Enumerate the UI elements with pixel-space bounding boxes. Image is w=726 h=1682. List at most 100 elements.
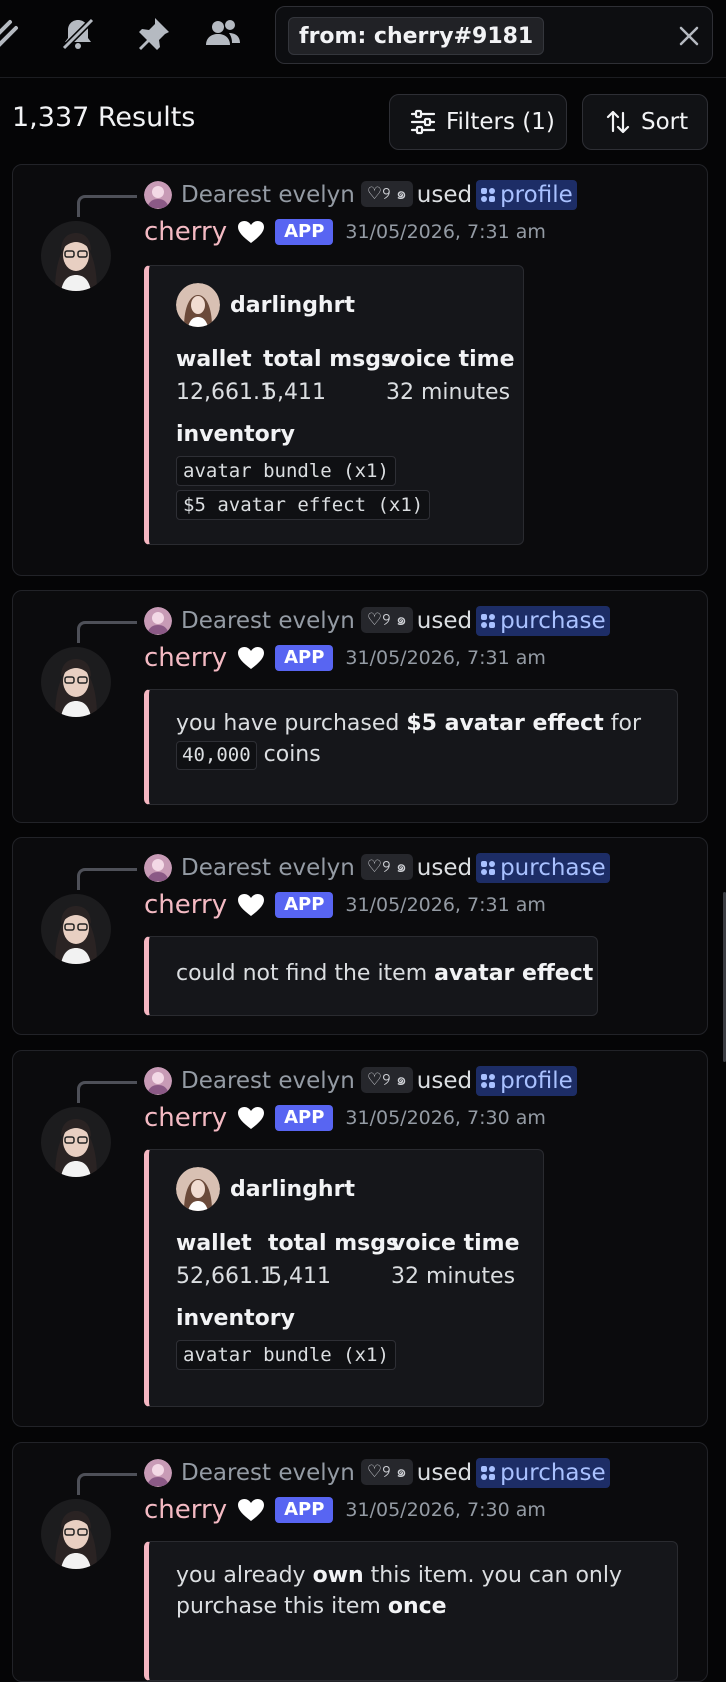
server-tag: ♡୨ ๑ (360, 1458, 413, 1485)
inventory-item: avatar bundle (x1) (176, 456, 396, 486)
timestamp: 31/05/2026, 7:31 am (345, 647, 546, 669)
threads-icon[interactable] (0, 14, 26, 54)
avatar[interactable] (41, 647, 111, 717)
embed-field: wallet 52,661.1 (176, 1228, 274, 1294)
avatar[interactable] (41, 1499, 111, 1569)
embed-description: could not find the item avatar effect (176, 958, 593, 989)
close-icon[interactable] (676, 23, 702, 49)
avatar (176, 283, 220, 327)
reply-username[interactable]: Dearest evelyn (181, 1460, 355, 1486)
field-name: wallet (176, 347, 252, 372)
filters-button[interactable]: Filters (1) (389, 94, 567, 150)
app-command-icon (481, 1074, 496, 1088)
message-header: cherry APP 31/05/2026, 7:30 am (144, 1103, 546, 1143)
reply-context: Dearest evelyn ♡୨ ๑ used purchase (181, 605, 610, 637)
embed-field: wallet 12,661.1 (176, 344, 274, 410)
reply-context: Dearest evelyn ♡୨ ๑ used purchase (181, 852, 610, 884)
field-name: voice time (391, 1231, 520, 1256)
app-badge: APP (275, 1497, 334, 1523)
white-heart-icon (238, 647, 265, 669)
sort-button[interactable]: Sort (582, 94, 708, 150)
avatar (144, 607, 172, 635)
bold-text: once (387, 1594, 447, 1619)
avatar (176, 1167, 220, 1211)
search-result-card[interactable]: Dearest evelyn ♡୨ ๑ used purchase cherry APP… (12, 837, 708, 1035)
inventory-item: $5 avatar effect (x1) (176, 490, 431, 520)
server-tag: ♡୨ ๑ (360, 606, 413, 633)
command-mention[interactable]: profile (476, 1066, 577, 1096)
app-command-icon (481, 614, 496, 628)
members-icon[interactable] (203, 14, 243, 54)
app-command-icon (481, 188, 496, 202)
avatar (144, 1459, 172, 1487)
search-toolbar: from: cherry#9181 (0, 0, 726, 78)
field-value: 12,661.1 (176, 380, 274, 405)
reply-connector (77, 195, 137, 217)
timestamp: 31/05/2026, 7:30 am (345, 1499, 546, 1521)
command-name: profile (500, 182, 573, 208)
embed-description: you have purchased $5 avatar effect for … (176, 708, 641, 770)
white-heart-icon (238, 1107, 265, 1129)
author-name[interactable]: cherry (144, 643, 227, 673)
command-name: purchase (500, 855, 606, 881)
author-name[interactable]: cherry (144, 217, 227, 247)
embed-field: voice time 32 minutes (386, 344, 515, 410)
search-result-card[interactable]: Dearest evelyn ♡୨ ๑ used profile cherry APP 3… (12, 1050, 708, 1427)
text: for (603, 711, 641, 736)
field-name: total msgs (268, 1231, 400, 1256)
avatar[interactable] (41, 1107, 111, 1177)
text: this item. you can only (363, 1563, 622, 1588)
search-result-card[interactable]: Dearest evelyn ♡୨ ๑ used profile cherry APP 3… (12, 164, 708, 576)
author-name[interactable]: cherry (144, 890, 227, 920)
server-tag: ♡୨ ๑ (360, 853, 413, 880)
reply-username[interactable]: Dearest evelyn (181, 608, 355, 634)
filters-label: Filters (1) (446, 109, 555, 135)
message-header: cherry APP 31/05/2026, 7:30 am (144, 1495, 546, 1535)
avatar (144, 1067, 172, 1095)
command-mention[interactable]: profile (476, 180, 577, 210)
used-label: used (416, 182, 473, 208)
embed-author: darlinghrt (176, 1167, 355, 1211)
message-header: cherry APP 31/05/2026, 7:31 am (144, 643, 546, 683)
command-mention[interactable]: purchase (476, 1458, 610, 1488)
reply-username[interactable]: Dearest evelyn (181, 855, 355, 881)
command-mention[interactable]: purchase (476, 606, 610, 636)
text: you have purchased (176, 711, 407, 736)
sliders-icon (410, 109, 436, 135)
app-badge: APP (275, 645, 334, 671)
embed-author-name: darlinghrt (230, 292, 355, 318)
author-name[interactable]: cherry (144, 1103, 227, 1133)
notification-bell-muted-icon[interactable] (58, 14, 98, 54)
embed-field: total msgs 5,411 (263, 344, 394, 410)
white-heart-icon (238, 221, 265, 243)
white-heart-icon (238, 1499, 265, 1521)
profile-embed: darlinghrt wallet 52,661.1 total msgs 5,41… (144, 1149, 544, 1407)
field-value: 5,411 (263, 380, 326, 405)
avatar[interactable] (41, 894, 111, 964)
avatar (144, 181, 172, 209)
reply-username[interactable]: Dearest evelyn (181, 182, 355, 208)
timestamp: 31/05/2026, 7:30 am (345, 1107, 546, 1129)
avatar (144, 854, 172, 882)
reply-connector (77, 1081, 137, 1103)
bold-text: avatar effect (434, 961, 594, 986)
timestamp: 31/05/2026, 7:31 am (345, 894, 546, 916)
used-label: used (416, 608, 473, 634)
message-header: cherry APP 31/05/2026, 7:31 am (144, 217, 546, 257)
search-filter-chip[interactable]: from: cherry#9181 (288, 17, 545, 55)
app-command-icon (481, 861, 496, 875)
reply-context: Dearest evelyn ♡୨ ๑ used profile (181, 1065, 577, 1097)
avatar[interactable] (41, 221, 111, 291)
author-name[interactable]: cherry (144, 1495, 227, 1525)
reply-username[interactable]: Dearest evelyn (181, 1068, 355, 1094)
command-mention[interactable]: purchase (476, 853, 610, 883)
search-result-card[interactable]: Dearest evelyn ♡୨ ๑ used purchase cherry APP… (12, 590, 708, 823)
used-label: used (416, 1460, 473, 1486)
profile-embed: darlinghrt wallet 12,661.1 total msgs 5,41… (144, 265, 524, 545)
search-result-card[interactable]: Dearest evelyn ♡୨ ๑ used purchase cherry APP… (12, 1442, 708, 1682)
message-embed: could not find the item avatar effect (144, 936, 598, 1016)
pin-icon[interactable] (133, 14, 173, 54)
search-input[interactable]: from: cherry#9181 (275, 6, 713, 64)
used-label: used (416, 1068, 473, 1094)
bold-text: $5 avatar effect (406, 711, 604, 736)
